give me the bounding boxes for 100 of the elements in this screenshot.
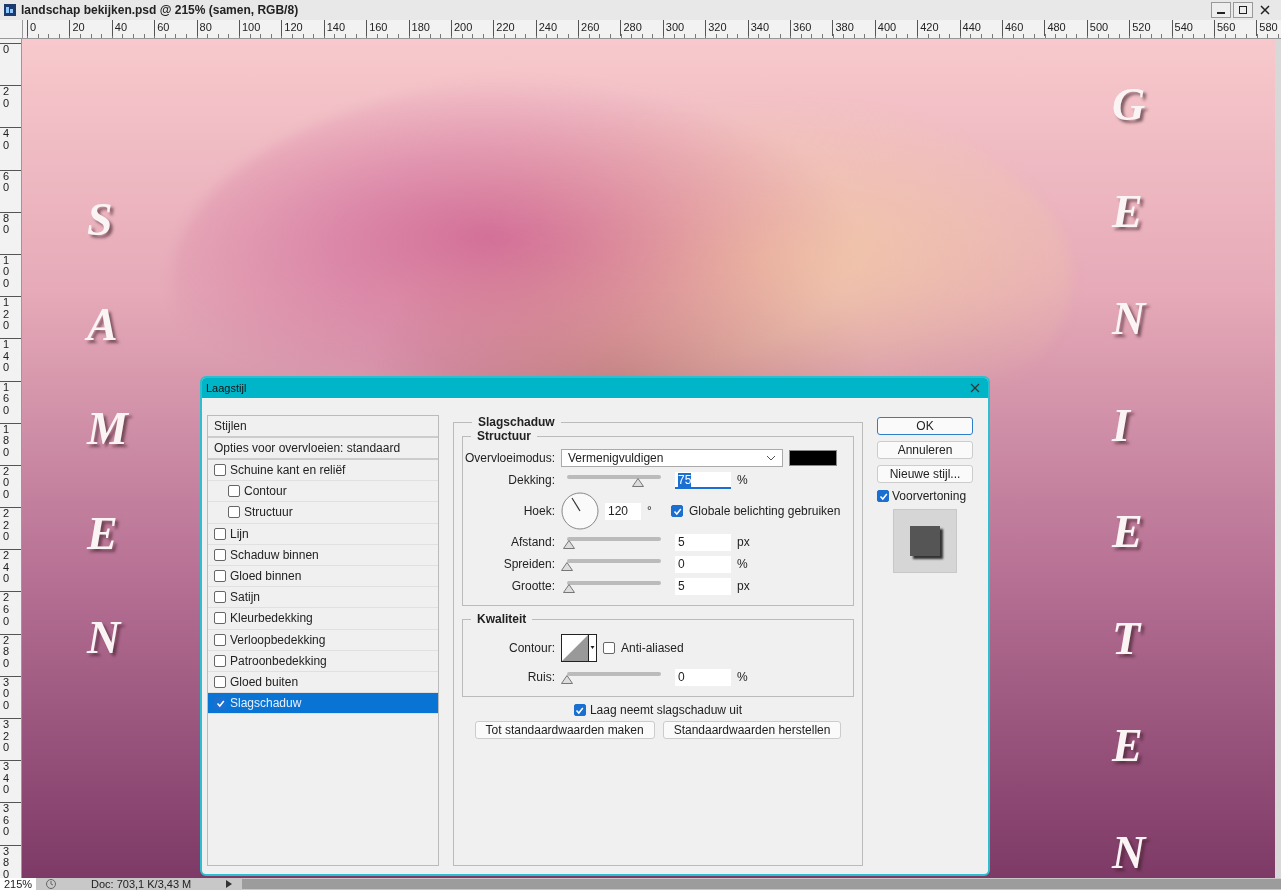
checkbox[interactable] bbox=[214, 570, 226, 583]
checkbox[interactable] bbox=[228, 506, 240, 519]
document-size: Doc: 703,1 K/3,43 M bbox=[90, 878, 193, 890]
ruler-label: 200 bbox=[3, 465, 10, 501]
blend-mode-dropdown[interactable]: Vermenigvuldigen bbox=[561, 449, 783, 467]
effect-item[interactable]: Patroonbedekking bbox=[208, 650, 438, 672]
checkbox-label: Laag neemt slagschaduw uit bbox=[589, 703, 743, 717]
defaults-button[interactable]: Tot standaardwaarden maken bbox=[474, 721, 655, 739]
checkbox[interactable] bbox=[214, 612, 226, 625]
effect-item[interactable]: Contour bbox=[208, 481, 438, 503]
field-label: Grootte: bbox=[510, 579, 555, 593]
ruler-label: 140 bbox=[323, 20, 367, 36]
slider-thumb[interactable] bbox=[562, 583, 575, 593]
checkbox[interactable] bbox=[214, 464, 226, 477]
checkbox[interactable] bbox=[214, 633, 226, 646]
decorative-letter: I bbox=[1112, 399, 1132, 452]
effect-item[interactable]: Verloopbedekking bbox=[208, 629, 438, 651]
ruler-label: 20 bbox=[3, 86, 10, 110]
field-label: Overvloeimodus: bbox=[463, 451, 555, 465]
effect-item[interactable]: Structuur bbox=[208, 502, 438, 524]
effect-item[interactable]: Lijn bbox=[208, 523, 438, 545]
checkbox[interactable] bbox=[214, 697, 226, 710]
contour-picker[interactable] bbox=[561, 634, 597, 662]
ruler-label: 160 bbox=[366, 20, 409, 36]
ruler-label: 200 bbox=[450, 20, 494, 36]
app-logo-icon bbox=[4, 4, 16, 16]
decorative-letter: N bbox=[1112, 826, 1146, 878]
value-field[interactable]: 0 bbox=[675, 668, 731, 686]
chevron-down-icon[interactable] bbox=[766, 455, 776, 461]
ruler-label: 260 bbox=[578, 20, 621, 36]
ruler-label: 460 bbox=[1002, 20, 1045, 36]
ruler-label: 80 bbox=[196, 20, 239, 36]
maximize-icon[interactable] bbox=[1233, 2, 1253, 18]
checkbox[interactable] bbox=[877, 490, 889, 502]
ruler-label: 320 bbox=[705, 20, 748, 36]
value-field[interactable]: 120 bbox=[605, 502, 641, 520]
checkbox[interactable] bbox=[214, 527, 226, 540]
ruler-label: 180 bbox=[3, 423, 10, 459]
effect-item[interactable]: Satijn bbox=[208, 587, 438, 609]
unit-label: % bbox=[737, 670, 749, 684]
effect-item[interactable]: Slagschaduw bbox=[208, 693, 438, 715]
minimize-icon[interactable] bbox=[1211, 2, 1231, 18]
defaults-button[interactable]: Standaardwaarden herstellen bbox=[662, 721, 842, 739]
ruler-label: 440 bbox=[959, 20, 1002, 36]
slider-thumb[interactable] bbox=[631, 477, 644, 487]
checkbox-label: Voorvertoning bbox=[892, 489, 967, 503]
field-label: Hoek: bbox=[522, 504, 555, 518]
field-label: Afstand: bbox=[509, 535, 555, 549]
ruler-label: 360 bbox=[3, 803, 10, 838]
ruler-label: 0 bbox=[3, 44, 10, 56]
group-title: Kwaliteit bbox=[476, 612, 528, 626]
checkbox[interactable] bbox=[214, 675, 226, 688]
effect-item[interactable]: Schaduw binnen bbox=[208, 544, 438, 566]
checkbox-label: Globale belichting gebruiken bbox=[689, 504, 841, 518]
styles-header[interactable]: Stijlen bbox=[208, 416, 438, 438]
checkbox[interactable] bbox=[573, 704, 586, 716]
effect-item[interactable]: Schuine kant en reliëf bbox=[208, 460, 438, 482]
checkbox[interactable] bbox=[603, 642, 615, 654]
decorative-letter: E bbox=[1112, 185, 1144, 238]
zoom-field[interactable]: 215% bbox=[0, 878, 37, 890]
clock-icon[interactable] bbox=[44, 878, 59, 890]
slider-thumb[interactable] bbox=[561, 561, 573, 571]
checkbox[interactable] bbox=[214, 591, 226, 604]
ruler-label: 380 bbox=[832, 20, 875, 36]
value-field[interactable]: 0 bbox=[675, 555, 731, 573]
window-title: landschap bekijken.psd @ 215% (samen, RGB/8) bbox=[21, 3, 299, 17]
dialog-button[interactable]: Annuleren bbox=[877, 441, 973, 459]
dialog-button[interactable]: Nieuwe stijl... bbox=[877, 465, 973, 483]
scrollbar[interactable] bbox=[1275, 39, 1281, 878]
value-field[interactable]: 75 bbox=[675, 471, 731, 489]
scrollbar[interactable] bbox=[242, 879, 1281, 889]
ruler-label: 180 bbox=[408, 20, 451, 36]
ruler-label: 240 bbox=[3, 550, 10, 585]
ruler-label: 300 bbox=[662, 20, 706, 36]
ruler-label: 100 bbox=[3, 254, 10, 290]
ruler-label: 340 bbox=[747, 20, 791, 36]
ruler-label: 420 bbox=[917, 20, 960, 36]
decorative-letter: G bbox=[1112, 79, 1146, 131]
color-swatch[interactable] bbox=[789, 450, 837, 466]
checkbox[interactable] bbox=[671, 505, 683, 517]
ruler-label: 60 bbox=[154, 20, 197, 36]
checkbox[interactable] bbox=[214, 654, 226, 667]
ruler-label: 360 bbox=[790, 20, 833, 36]
value-field[interactable]: 5 bbox=[675, 577, 731, 595]
field-label: Spreiden: bbox=[502, 557, 555, 571]
ruler-label: 100 bbox=[238, 20, 282, 36]
slider-thumb[interactable] bbox=[562, 539, 575, 549]
angle-dial[interactable] bbox=[561, 492, 599, 530]
checkbox[interactable] bbox=[214, 548, 226, 561]
value-field[interactable]: 5 bbox=[675, 533, 731, 551]
dialog-button[interactable]: OK bbox=[877, 417, 973, 435]
slider-thumb[interactable] bbox=[561, 674, 573, 684]
ruler-label: 220 bbox=[493, 20, 536, 36]
ruler-label: 120 bbox=[281, 20, 324, 36]
ruler-label: 20 bbox=[69, 20, 112, 36]
effect-item[interactable]: Gloed binnen bbox=[208, 565, 438, 588]
blend-options-item[interactable]: Opties voor overvloeien: standaard bbox=[208, 438, 438, 460]
decorative-letter: N bbox=[1112, 292, 1146, 345]
checkbox[interactable] bbox=[228, 485, 240, 498]
effect-item[interactable]: Kleurbedekking bbox=[208, 608, 438, 630]
